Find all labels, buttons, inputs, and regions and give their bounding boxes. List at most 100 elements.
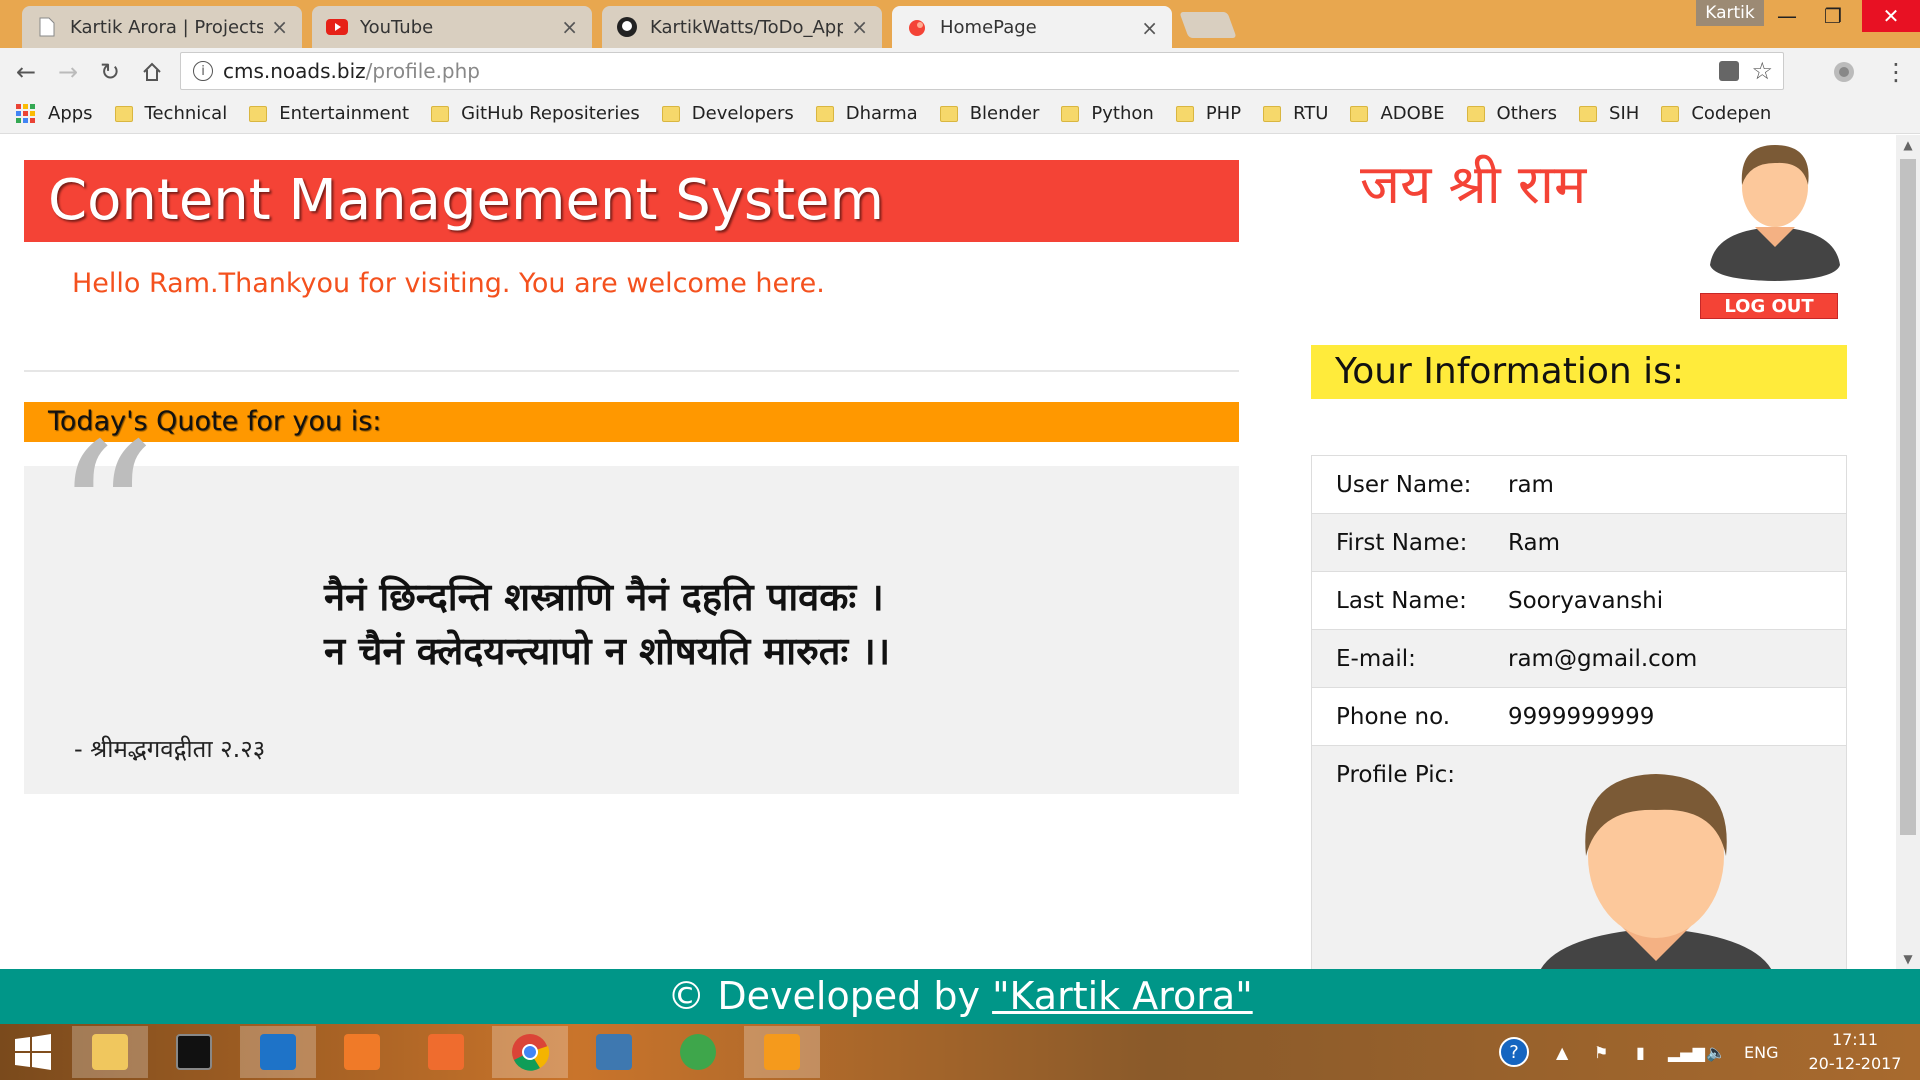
folder-icon bbox=[114, 105, 133, 122]
menu-icon[interactable]: ⋮ bbox=[1880, 56, 1912, 88]
folder-icon bbox=[1061, 105, 1080, 122]
quote-line-2: न चैनं क्लेदयन्त्यापो न शोषयति मारुतः ।। bbox=[324, 629, 891, 673]
svg-text:?: ? bbox=[1509, 1042, 1519, 1063]
folder-icon bbox=[939, 105, 958, 122]
battery-icon[interactable]: ▮ bbox=[1636, 1024, 1645, 1080]
close-icon[interactable]: × bbox=[851, 15, 868, 39]
action-center-flag-icon[interactable]: ⚑ bbox=[1594, 1024, 1608, 1080]
bookmark-folder-sih[interactable]: SIH bbox=[1579, 103, 1639, 124]
greeting-text: Hello Ram.Thankyou for visiting. You are… bbox=[72, 268, 825, 299]
file-explorer-icon[interactable] bbox=[72, 1026, 148, 1078]
language-indicator[interactable]: ENG bbox=[1744, 1024, 1778, 1080]
bookmark-folder-developers[interactable]: Developers bbox=[661, 103, 794, 124]
info-row-username: User Name: ram bbox=[1312, 456, 1846, 514]
browser-titlebar: Kartik Arora | Projects × YouTube × Kart… bbox=[0, 0, 1920, 49]
bookmark-folder-adobe[interactable]: ADOBE bbox=[1350, 103, 1445, 124]
page-scrollbar[interactable]: ▲ ▼ bbox=[1896, 135, 1920, 969]
bookmark-folder-blender[interactable]: Blender bbox=[939, 103, 1039, 124]
info-value: Ram bbox=[1508, 529, 1560, 556]
url-path: /profile.php bbox=[365, 59, 480, 83]
folder-icon bbox=[1579, 105, 1598, 122]
bookmark-folder-entertainment[interactable]: Entertainment bbox=[249, 103, 409, 124]
site-favicon-icon bbox=[906, 17, 928, 39]
close-icon[interactable]: × bbox=[1141, 16, 1158, 40]
back-arrow-icon[interactable]: ← bbox=[10, 56, 42, 88]
info-icon[interactable]: i bbox=[193, 61, 213, 81]
star-icon[interactable]: ☆ bbox=[1751, 57, 1773, 85]
command-prompt-icon[interactable] bbox=[156, 1026, 232, 1078]
windows-start-icon[interactable] bbox=[0, 1026, 66, 1078]
bookmark-label: PHP bbox=[1205, 103, 1242, 124]
reload-icon[interactable]: ↻ bbox=[94, 56, 126, 88]
folder-icon bbox=[249, 105, 268, 122]
logout-button[interactable]: LOG OUT bbox=[1700, 293, 1838, 319]
page-footer: © Developed by "Kartik Arora" bbox=[0, 969, 1920, 1024]
minimize-icon[interactable]: — bbox=[1764, 0, 1810, 32]
bookmark-folder-codepen[interactable]: Codepen bbox=[1661, 103, 1771, 124]
bookmark-apps[interactable]: Apps bbox=[16, 103, 93, 124]
quote-mark-icon: “ bbox=[54, 401, 157, 634]
profile-name[interactable]: Kartik bbox=[1696, 0, 1764, 26]
help-icon[interactable]: ? bbox=[1498, 1024, 1530, 1080]
bookmark-label: GitHub Repositeries bbox=[461, 103, 640, 124]
windows-taskbar: ? ▲ ⚑ ▮ ▂▄▆ 🔈 ENG 17:11 20-12-2017 bbox=[0, 1024, 1920, 1080]
bookmark-folder-dharma[interactable]: Dharma bbox=[815, 103, 918, 124]
bookmark-folder-technical[interactable]: Technical bbox=[114, 103, 227, 124]
bookmarks-bar: Apps Technical Entertainment GitHub Repo… bbox=[0, 94, 1920, 134]
screen-recorder-icon[interactable] bbox=[324, 1026, 400, 1078]
info-row-firstname: First Name: Ram bbox=[1312, 514, 1846, 572]
forward-arrow-icon[interactable]: → bbox=[52, 56, 84, 88]
bookmark-folder-python[interactable]: Python bbox=[1061, 103, 1154, 124]
info-key: Last Name: bbox=[1336, 587, 1467, 614]
bookmark-label: ADOBE bbox=[1380, 103, 1445, 124]
bookmark-label: Dharma bbox=[845, 103, 918, 124]
media-player-icon[interactable] bbox=[744, 1026, 820, 1078]
info-key: Phone no. bbox=[1336, 703, 1451, 730]
tab-github[interactable]: KartikWatts/ToDo_App: / × bbox=[602, 6, 882, 48]
translate-icon[interactable] bbox=[1719, 61, 1739, 81]
bookmark-folder-php[interactable]: PHP bbox=[1175, 103, 1242, 124]
chrome-icon[interactable] bbox=[492, 1026, 568, 1078]
folder-icon bbox=[661, 105, 680, 122]
folder-icon bbox=[431, 105, 450, 122]
quote-source: - श्रीमद्भगवद्गीता २.२३ bbox=[74, 735, 266, 763]
network-signal-icon[interactable]: ▂▄▆ bbox=[1668, 1024, 1705, 1080]
python-file-icon[interactable] bbox=[576, 1026, 652, 1078]
user-info-table: User Name: ram First Name: Ram Last Name… bbox=[1311, 455, 1847, 969]
page-icon bbox=[36, 16, 58, 38]
home-icon[interactable] bbox=[136, 56, 168, 88]
bookmark-label: SIH bbox=[1609, 103, 1640, 124]
bookmark-folder-rtu[interactable]: RTU bbox=[1263, 103, 1328, 124]
folder-icon bbox=[815, 105, 834, 122]
scroll-up-icon[interactable]: ▲ bbox=[1896, 135, 1920, 155]
bookmark-label: Developers bbox=[691, 103, 794, 124]
bookmark-label: Apps bbox=[48, 103, 93, 124]
volume-icon[interactable]: 🔈 bbox=[1706, 1024, 1726, 1080]
system-clock[interactable]: 17:11 20-12-2017 bbox=[1800, 1028, 1910, 1076]
maximize-icon[interactable]: ❐ bbox=[1810, 0, 1856, 32]
tab-youtube[interactable]: YouTube × bbox=[312, 6, 592, 48]
internet-download-icon[interactable] bbox=[660, 1026, 736, 1078]
clock-time: 17:11 bbox=[1831, 1030, 1879, 1049]
tray-chevron-icon[interactable]: ▲ bbox=[1556, 1024, 1568, 1080]
new-tab-button[interactable] bbox=[1179, 12, 1237, 38]
extension-icon[interactable] bbox=[1828, 56, 1860, 88]
window-close-icon[interactable]: ✕ bbox=[1862, 0, 1920, 32]
scroll-down-icon[interactable]: ▼ bbox=[1896, 949, 1920, 969]
bookmark-folder-github[interactable]: GitHub Repositeries bbox=[431, 103, 640, 124]
tab-kartik-projects[interactable]: Kartik Arora | Projects × bbox=[22, 6, 302, 48]
close-icon[interactable]: × bbox=[271, 15, 288, 39]
screenshot-tool-icon[interactable] bbox=[408, 1026, 484, 1078]
close-icon[interactable]: × bbox=[561, 15, 578, 39]
tab-label: KartikWatts/ToDo_App: / bbox=[650, 16, 844, 38]
folder-icon bbox=[1466, 105, 1485, 122]
vscode-icon[interactable] bbox=[240, 1026, 316, 1078]
tab-homepage[interactable]: HomePage × bbox=[892, 6, 1172, 49]
address-bar[interactable]: i cms.noads.biz/profile.php ☆ bbox=[180, 52, 1784, 90]
footer-author-link[interactable]: "Kartik Arora" bbox=[992, 974, 1253, 1018]
bookmark-folder-others[interactable]: Others bbox=[1466, 103, 1557, 124]
scrollbar-thumb[interactable] bbox=[1900, 159, 1916, 835]
info-row-phone: Phone no. 9999999999 bbox=[1312, 688, 1846, 746]
browser-toolbar: ← → ↻ i cms.noads.biz/profile.php ☆ ⋮ bbox=[0, 48, 1920, 94]
folder-icon bbox=[1661, 105, 1680, 122]
